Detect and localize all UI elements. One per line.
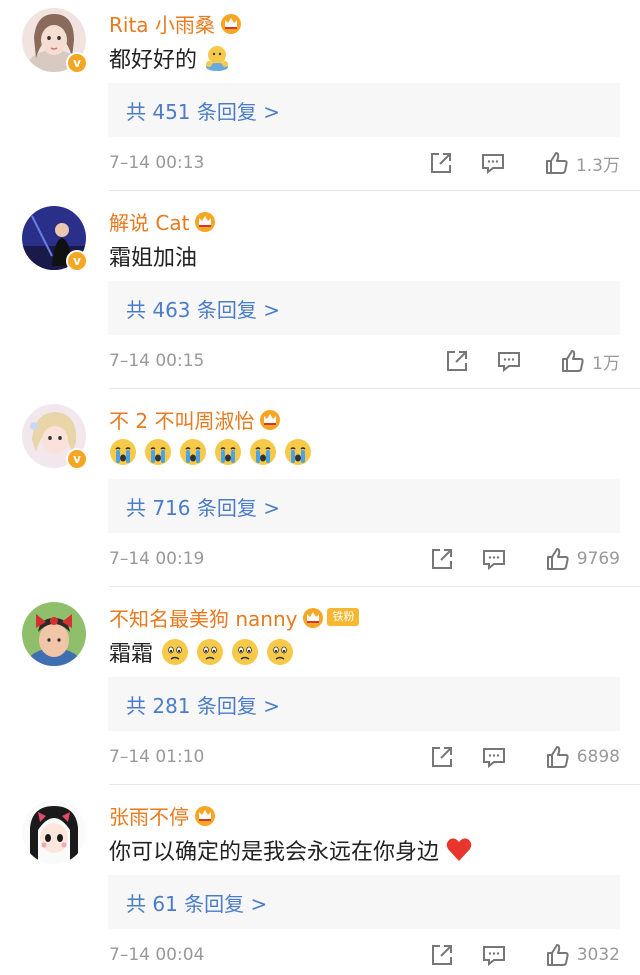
verified-badge-icon: v — [66, 52, 88, 74]
heart-emoji-icon — [445, 836, 473, 864]
avatar[interactable]: v — [22, 206, 88, 272]
sad-emoji-icon — [196, 638, 224, 666]
username[interactable]: Rita 小雨桑 — [109, 8, 243, 38]
sad-emoji-icon — [231, 638, 259, 666]
like-count: 6898 — [576, 747, 620, 767]
timestamp: 7–14 00:04 — [109, 945, 205, 965]
replies-link[interactable]: 共 716 条回复 > — [108, 479, 620, 533]
avatar[interactable]: v — [22, 8, 88, 74]
username-text[interactable]: 不 2 不叫周淑怡 — [109, 405, 254, 434]
timestamp: 7–14 00:13 — [109, 153, 205, 173]
username-text[interactable]: 张雨不停 — [109, 801, 189, 830]
comment-icon[interactable] — [496, 348, 522, 374]
comment-icon[interactable] — [481, 942, 507, 968]
share-icon[interactable] — [429, 744, 455, 770]
comment-body: 你可以确定的是我会永远在你身边 — [109, 840, 440, 865]
verified-badge-icon: v — [66, 250, 88, 272]
like-count: 1.3万 — [575, 155, 620, 176]
avatar[interactable] — [22, 602, 86, 666]
divider — [109, 388, 640, 389]
share-icon[interactable] — [429, 942, 455, 968]
comment-body: 霜霜 — [109, 642, 154, 667]
like-count: 1万 — [592, 353, 620, 374]
verified-badge-icon: v — [66, 448, 88, 470]
username[interactable]: 解说 Cat — [109, 206, 217, 236]
like-icon[interactable] — [545, 546, 571, 572]
like-count: 9769 — [576, 549, 620, 569]
replies-link[interactable]: 共 451 条回复 > — [108, 83, 620, 137]
username-text[interactable]: Rita 小雨桑 — [109, 9, 215, 38]
replies-link[interactable]: 共 463 条回复 > — [108, 281, 620, 335]
timestamp: 7–14 00:15 — [109, 351, 205, 371]
like-icon[interactable] — [545, 744, 571, 770]
comment-text: 你可以确定的是我会永远在你身边 — [109, 834, 480, 866]
like-icon[interactable] — [545, 942, 571, 968]
avatar[interactable]: v — [22, 404, 88, 470]
username-text[interactable]: 不知名最美狗 nanny — [109, 603, 297, 632]
like-icon[interactable] — [560, 348, 586, 374]
comment-body: 都好好的 — [109, 48, 198, 73]
avatar[interactable] — [22, 800, 86, 864]
timestamp: 7–14 00:19 — [109, 549, 205, 569]
crying-emoji-icon — [284, 438, 312, 466]
comment-text: 都好好的 — [109, 42, 238, 74]
crown-icon — [258, 408, 282, 430]
comment-text: 霜姐加油 — [109, 240, 197, 272]
crying-emoji-icon — [144, 438, 172, 466]
sad-emoji-icon — [161, 638, 189, 666]
username[interactable]: 张雨不停 — [109, 800, 217, 830]
share-icon[interactable] — [428, 150, 454, 176]
replies-link[interactable]: 共 61 条回复 > — [108, 875, 620, 929]
hands-emoji-icon — [203, 44, 231, 72]
crying-emoji-icon — [214, 438, 242, 466]
timestamp: 7–14 01:10 — [109, 747, 205, 767]
crown-icon — [219, 12, 243, 34]
divider — [109, 586, 640, 587]
divider — [109, 190, 640, 191]
username-text[interactable]: 解说 Cat — [109, 207, 189, 236]
crying-emoji-icon — [179, 438, 207, 466]
like-icon[interactable] — [544, 150, 570, 176]
crying-emoji-icon — [249, 438, 277, 466]
comment-icon[interactable] — [481, 744, 507, 770]
comment-body: 霜姐加油 — [109, 246, 198, 271]
username[interactable]: 不 2 不叫周淑怡 — [109, 404, 282, 434]
share-icon[interactable] — [429, 546, 455, 572]
share-icon[interactable] — [444, 348, 470, 374]
comment-icon[interactable] — [480, 150, 506, 176]
crown-icon — [193, 210, 217, 232]
divider — [109, 784, 640, 785]
username[interactable]: 不知名最美狗 nanny 铁粉 — [109, 602, 360, 632]
replies-link[interactable]: 共 281 条回复 > — [108, 677, 620, 731]
fans-badge: 铁粉 — [327, 608, 360, 626]
sad-emoji-icon — [266, 638, 294, 666]
comment-text — [109, 436, 319, 468]
comment-text: 霜霜 — [109, 636, 301, 668]
crown-icon — [301, 606, 325, 628]
crown-icon — [193, 804, 217, 826]
comment-icon[interactable] — [481, 546, 507, 572]
like-count: 3032 — [576, 945, 620, 965]
crying-emoji-icon — [109, 438, 137, 466]
